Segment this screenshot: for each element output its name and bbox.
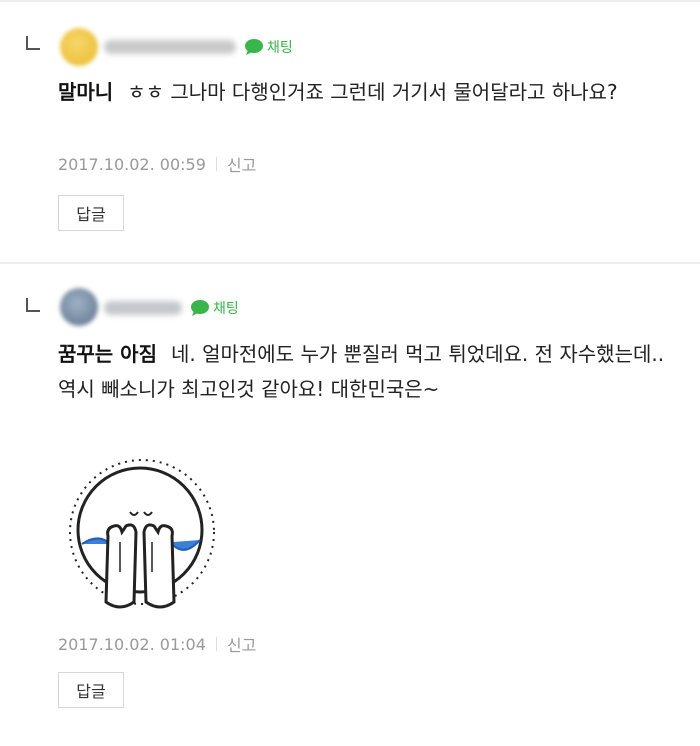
avatar[interactable] — [60, 288, 98, 326]
comment-body: 꿈꾸는 아짐 네. 얼마전에도 누가 뿐질러 먹고 튀었데요. 전 자수했는데..… — [58, 337, 683, 407]
chat-bubble-icon — [191, 300, 209, 316]
reply-indent-icon — [26, 36, 40, 50]
chat-link[interactable]: 채팅 — [244, 37, 293, 57]
reply-indent-icon — [26, 298, 40, 312]
comment-item: 채팅 말마니 ㅎㅎ 그나마 다행인거죠 그런데 거기서 물어달라고 하나요? 20… — [0, 0, 700, 262]
report-link[interactable]: 신고 — [227, 152, 256, 176]
chat-label: 채팅 — [213, 301, 239, 317]
blurred-nickname[interactable] — [104, 301, 182, 315]
chat-label: 채팅 — [267, 40, 293, 56]
chat-bubble-icon — [245, 39, 263, 55]
comment-meta: 2017.10.02. 00:59 신고 — [58, 152, 256, 176]
comment-body: 말마니 ㅎㅎ 그나마 다행인거죠 그런데 거기서 물어달라고 하나요? — [58, 75, 683, 110]
comment-timestamp: 2017.10.02. 01:04 — [58, 634, 206, 654]
report-link[interactable]: 신고 — [227, 632, 256, 656]
reply-button[interactable]: 답글 — [58, 672, 124, 708]
meta-separator — [215, 637, 217, 651]
comment-text: ㅎㅎ 그나마 다행인거죠 그런데 거기서 물어달라고 하나요? — [127, 80, 618, 104]
chat-link[interactable]: 채팅 — [190, 298, 239, 318]
reply-button[interactable]: 답글 — [58, 195, 124, 231]
comment-author[interactable]: 말마니 — [58, 80, 113, 104]
avatar[interactable] — [60, 28, 98, 66]
blurred-nickname[interactable] — [104, 40, 236, 54]
crying-face-sticker — [69, 459, 215, 609]
meta-separator — [215, 157, 217, 171]
comment-author[interactable]: 꿈꾸는 아짐 — [58, 342, 157, 366]
comment-meta: 2017.10.02. 01:04 신고 — [58, 632, 256, 656]
comment-timestamp: 2017.10.02. 00:59 — [58, 154, 206, 174]
